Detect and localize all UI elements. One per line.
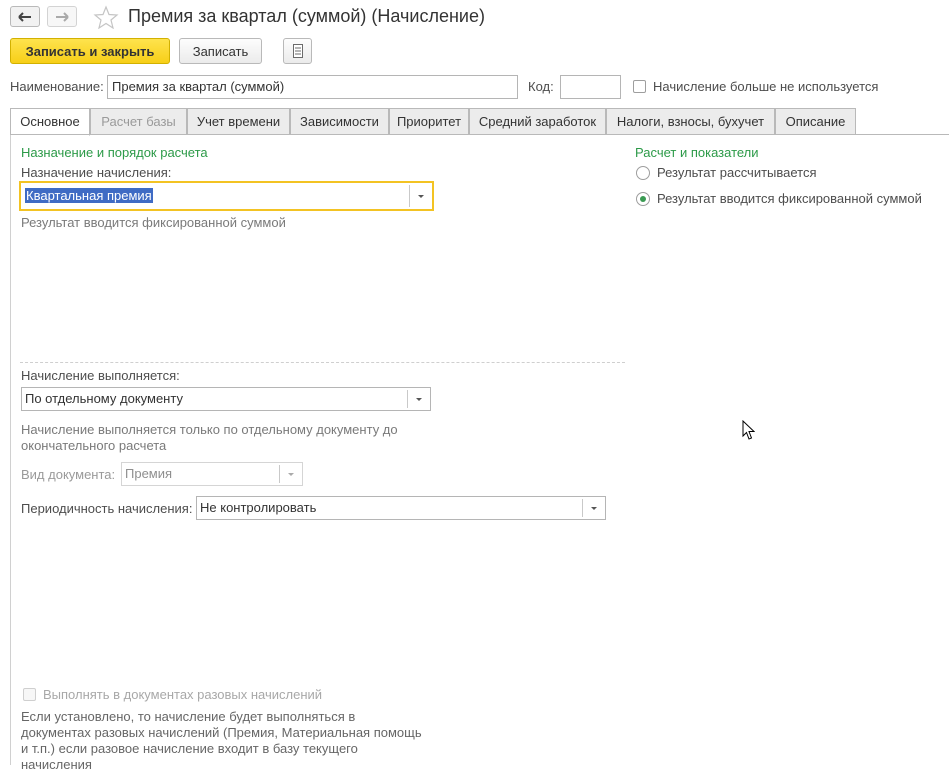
arrow-left-icon	[18, 11, 31, 22]
tab-base-calc[interactable]: Расчет базы	[90, 108, 187, 135]
unused-checkbox[interactable]	[633, 80, 646, 93]
name-label: Наименование:	[10, 79, 104, 94]
execution-hint-line-1: Начисление выполняется только по отдельн…	[21, 422, 398, 437]
tab-divider	[10, 134, 949, 135]
window-title: Премия за квартал (суммой) (Начисление)	[128, 6, 485, 26]
code-input[interactable]	[560, 75, 621, 99]
note-line-1: Если установлено, то начисление будет вы…	[21, 709, 356, 724]
section-title-calculation: Расчет и показатели	[635, 145, 759, 160]
doc-type-select: Премия	[121, 462, 303, 486]
chevron-down-icon[interactable]	[407, 390, 430, 408]
note-line-3: и т.п.) если разовое начисление входит в…	[21, 741, 358, 756]
execution-hint-line-2: окончательного расчета	[21, 438, 167, 453]
radio-calculated-label: Результат рассчитывается	[657, 165, 817, 180]
radio-fixed-sum-label: Результат вводится фиксированной суммой	[657, 191, 922, 206]
execution-value: По отдельному документу	[25, 391, 183, 406]
one-time-label: Выполнять в документах разовых начислени…	[43, 687, 323, 702]
execution-label: Начисление выполняется:	[21, 368, 180, 383]
favorite-star-icon[interactable]	[93, 5, 119, 32]
purpose-value: Квартальная премия	[25, 188, 153, 203]
radio-fixed-sum[interactable]	[636, 192, 650, 206]
chevron-down-icon[interactable]	[409, 185, 432, 207]
mouse-cursor-icon	[742, 419, 756, 444]
forward-button[interactable]	[47, 6, 77, 27]
tab-description[interactable]: Описание	[775, 108, 856, 135]
section-title-purpose: Назначение и порядок расчета	[21, 145, 208, 160]
periodicity-value: Не контролировать	[200, 500, 317, 515]
arrow-right-icon	[56, 11, 69, 22]
panel-border	[10, 135, 11, 765]
tab-priority[interactable]: Приоритет	[389, 108, 469, 135]
chevron-down-icon[interactable]	[582, 499, 605, 517]
tab-taxes[interactable]: Налоги, взносы, бухучет	[606, 108, 775, 135]
tab-dependencies[interactable]: Зависимости	[290, 108, 389, 135]
periodicity-label: Периодичность начисления:	[21, 501, 193, 516]
doc-type-label: Вид документа:	[21, 467, 116, 482]
unused-label: Начисление больше не используется	[653, 79, 879, 94]
purpose-select[interactable]: Квартальная премия	[19, 181, 434, 211]
tab-time-accounting[interactable]: Учет времени	[187, 108, 290, 135]
doc-type-value: Премия	[125, 466, 173, 481]
radio-calculated[interactable]	[636, 166, 650, 180]
back-button[interactable]	[10, 6, 40, 27]
periodicity-select[interactable]: Не контролировать	[196, 496, 606, 520]
more-actions-button[interactable]	[283, 38, 312, 64]
section-divider	[20, 362, 625, 363]
note-line-2: документах разовых начислений (Премия, М…	[21, 725, 422, 740]
code-label: Код:	[528, 79, 554, 94]
purpose-hint: Результат вводится фиксированной суммой	[21, 215, 286, 230]
chevron-down-icon	[279, 465, 302, 483]
tab-main[interactable]: Основное	[10, 108, 90, 136]
one-time-checkbox	[23, 688, 36, 701]
tab-average-earnings[interactable]: Средний заработок	[469, 108, 606, 135]
purpose-label: Назначение начисления:	[21, 165, 172, 180]
save-and-close-button[interactable]: Записать и закрыть	[10, 38, 170, 64]
list-icon	[292, 44, 303, 58]
save-button[interactable]: Записать	[179, 38, 262, 64]
execution-select[interactable]: По отдельному документу	[21, 387, 431, 411]
note-line-4: начисления	[21, 757, 92, 772]
name-input[interactable]: Премия за квартал (суммой)	[107, 75, 518, 99]
